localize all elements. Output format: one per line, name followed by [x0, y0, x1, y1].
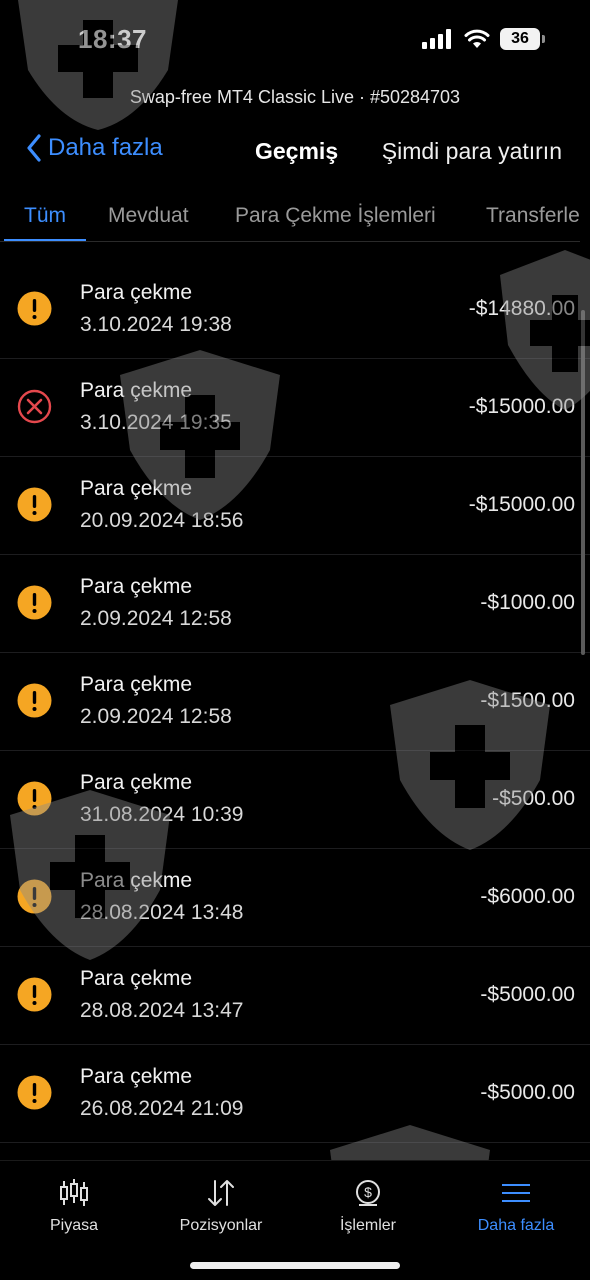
tabbar-item-more[interactable]: Daha fazla — [446, 1179, 586, 1235]
deposit-now-button[interactable]: Şimdi para yatırın — [382, 138, 562, 165]
tabbar-label-transactions: İşlemler — [339, 1217, 396, 1234]
home-indicator — [190, 1262, 400, 1269]
transaction-list: Para çekme 3.10.2024 19:38 -$14880.00 Para … — [0, 261, 590, 1143]
pending-icon — [17, 683, 52, 718]
tab-all[interactable]: Tüm — [24, 204, 66, 228]
pending-icon — [17, 1075, 52, 1110]
transaction-amount: -$5000.00 — [480, 1081, 575, 1104]
wifi-icon — [464, 29, 490, 48]
status-time: 18:37 — [78, 24, 147, 54]
svg-text:$: $ — [364, 1184, 372, 1200]
tabbar-item-market[interactable]: Piyasa — [4, 1179, 144, 1235]
transaction-type: Para çekme — [80, 771, 193, 794]
transaction-amount: -$15000.00 — [468, 395, 575, 418]
tabbar-label-positions: Pozisyonlar — [179, 1217, 263, 1234]
transaction-date: 20.09.2024 18:56 — [80, 509, 244, 532]
chevron-left-icon — [27, 134, 41, 162]
back-label: Daha fazla — [48, 134, 163, 161]
pending-icon — [17, 585, 52, 620]
transaction-amount: -$1500.00 — [480, 689, 575, 712]
pending-icon — [17, 487, 52, 522]
transaction-type: Para çekme — [80, 1065, 193, 1088]
tab-deposits[interactable]: Mevduat — [108, 204, 189, 228]
transaction-row[interactable]: Para çekme 3.10.2024 19:35 -$15000.00 — [0, 359, 590, 457]
transaction-type: Para çekme — [80, 967, 193, 990]
cellular-signal-icon — [422, 29, 451, 49]
tabbar-label-market: Piyasa — [49, 1217, 99, 1234]
battery-indicator: 36 — [500, 28, 545, 50]
pending-icon — [17, 879, 52, 914]
transaction-amount: -$6000.00 — [480, 885, 575, 908]
status-icons: 36 — [422, 28, 545, 50]
failed-icon — [17, 389, 52, 424]
transaction-row[interactable]: Para çekme 28.08.2024 13:48 -$6000.00 — [0, 849, 590, 947]
battery-level: 36 — [511, 30, 529, 47]
transaction-row[interactable]: Para çekme 26.08.2024 21:09 -$5000.00 — [0, 1045, 590, 1143]
transaction-amount: -$14880.00 — [468, 297, 575, 320]
transaction-type: Para çekme — [80, 477, 193, 500]
tabbar-label-more: Daha fazla — [477, 1217, 555, 1234]
transaction-type: Para çekme — [80, 379, 193, 402]
transaction-row[interactable]: Para çekme 20.09.2024 18:56 -$15000.00 — [0, 457, 590, 555]
pending-icon — [17, 781, 52, 816]
transaction-amount: -$500.00 — [492, 787, 575, 810]
transaction-row[interactable]: Para çekme 2.09.2024 12:58 -$1000.00 — [0, 555, 590, 653]
sort-arrows-icon — [208, 1180, 234, 1206]
transaction-row[interactable]: Para çekme 28.08.2024 13:47 -$5000.00 — [0, 947, 590, 1045]
transaction-type: Para çekme — [80, 281, 193, 304]
transaction-date: 28.08.2024 13:48 — [80, 901, 244, 924]
transaction-type: Para çekme — [80, 575, 193, 598]
status-bar: 18:37 36 — [0, 0, 590, 80]
pending-icon — [17, 291, 52, 326]
tab-withdrawals[interactable]: Para Çekme İşlemleri — [235, 204, 436, 228]
tab-transfers[interactable]: Transferler — [486, 204, 580, 228]
transaction-row[interactable]: Para çekme 31.08.2024 10:39 -$500.00 — [0, 751, 590, 849]
nav-bar: Daha fazla Geçmiş Şimdi para yatırın — [0, 130, 590, 174]
scrollbar[interactable] — [581, 310, 585, 655]
transaction-date: 2.09.2024 12:58 — [80, 705, 232, 728]
transaction-date: 3.10.2024 19:38 — [80, 313, 232, 336]
transaction-amount: -$1000.00 — [480, 591, 575, 614]
pending-icon — [17, 977, 52, 1012]
active-tab-indicator — [4, 239, 86, 241]
transaction-row[interactable]: Para çekme 2.09.2024 12:58 -$1500.00 — [0, 653, 590, 751]
transaction-type: Para çekme — [80, 869, 193, 892]
transaction-date: 2.09.2024 12:58 — [80, 607, 232, 630]
page-title: Geçmiş — [255, 138, 339, 164]
transaction-row[interactable]: Para çekme 3.10.2024 19:38 -$14880.00 — [0, 261, 590, 359]
tabbar-item-positions[interactable]: Pozisyonlar — [151, 1179, 291, 1235]
transaction-type: Para çekme — [80, 673, 193, 696]
candlestick-icon — [60, 1179, 88, 1206]
menu-icon — [502, 1184, 530, 1202]
transaction-date: 31.08.2024 10:39 — [80, 803, 244, 826]
transaction-date: 28.08.2024 13:47 — [80, 999, 244, 1022]
transaction-date: 26.08.2024 21:09 — [80, 1097, 244, 1120]
transaction-amount: -$15000.00 — [468, 493, 575, 516]
transaction-date: 3.10.2024 19:35 — [80, 411, 232, 434]
account-info: Swap-free MT4 Classic Live · #50284703 — [129, 87, 461, 107]
transaction-amount: -$5000.00 — [480, 983, 575, 1006]
tabbar-item-transactions[interactable]: $ İşlemler — [298, 1179, 438, 1235]
dollar-coin-icon: $ — [356, 1180, 380, 1206]
filter-tabs: Tüm Mevduat Para Çekme İşlemleri Transfe… — [0, 196, 580, 242]
back-button[interactable]: Daha fazla — [26, 134, 163, 162]
